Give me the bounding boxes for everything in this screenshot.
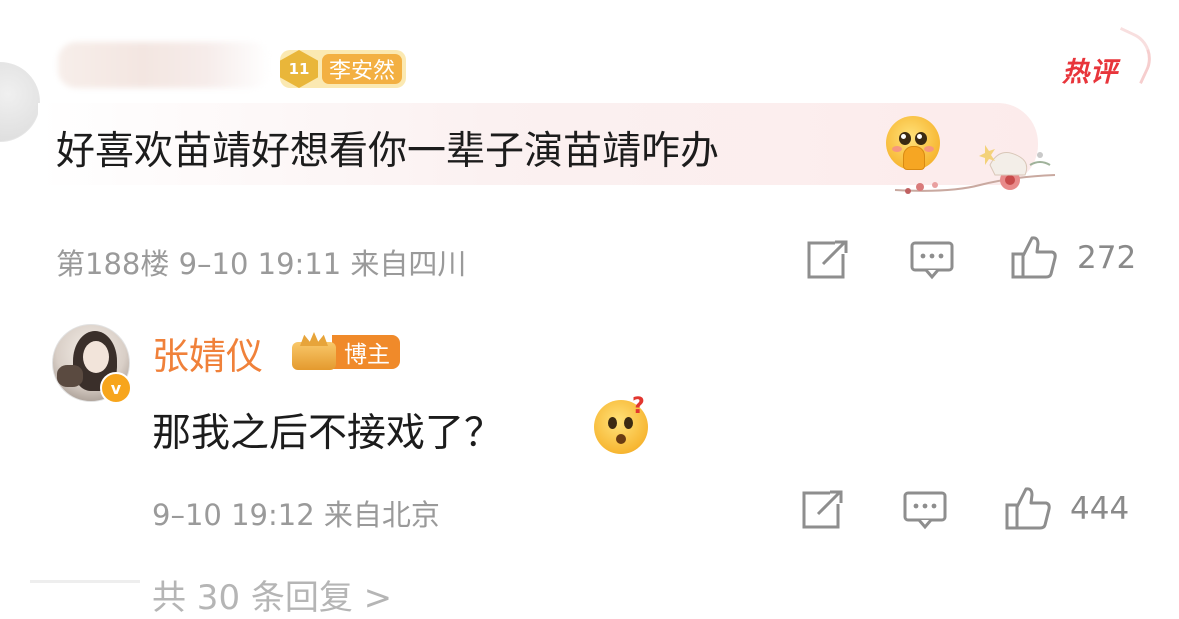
share-icon[interactable] — [800, 490, 844, 530]
verified-icon: v — [100, 372, 132, 404]
blogger-badge: 博主 — [290, 332, 400, 372]
crown-icon — [290, 332, 338, 372]
reply-text[interactable]: 那我之后不接戏了？ — [152, 402, 503, 458]
fan-level-number: 11 — [280, 50, 318, 88]
commenter-name-blurred[interactable] — [58, 42, 270, 88]
more-replies-link[interactable]: 共 30 条回复 > — [152, 570, 392, 619]
comment-text[interactable]: 好喜欢苗靖好想看你一辈子演苗靖咋办 — [56, 120, 719, 176]
like-count: 272 — [1077, 240, 1137, 276]
like-count: 444 — [1070, 491, 1130, 527]
comment-meta: 第188楼 9–10 19:11 来自四川 — [56, 247, 467, 281]
hot-comment-tag: 热评 — [1062, 57, 1118, 88]
like-icon[interactable] — [1004, 485, 1052, 531]
like-icon[interactable] — [1010, 234, 1058, 280]
divider — [30, 580, 140, 583]
floral-decoration-icon — [894, 145, 1056, 194]
author-name[interactable]: 张婧仪 — [152, 326, 263, 380]
fan-level-badge: 11 李安然 — [280, 50, 406, 88]
blogger-badge-label: 博主 — [332, 335, 400, 369]
comment-icon[interactable] — [910, 240, 954, 280]
share-icon[interactable] — [805, 240, 849, 280]
reply-meta: 9–10 19:12 来自北京 — [152, 498, 440, 532]
fan-badge-label: 李安然 — [322, 54, 402, 84]
comment-icon[interactable] — [903, 490, 947, 530]
commenter-avatar[interactable] — [0, 62, 40, 142]
thinking-question-emoji-icon: ? — [594, 394, 648, 454]
